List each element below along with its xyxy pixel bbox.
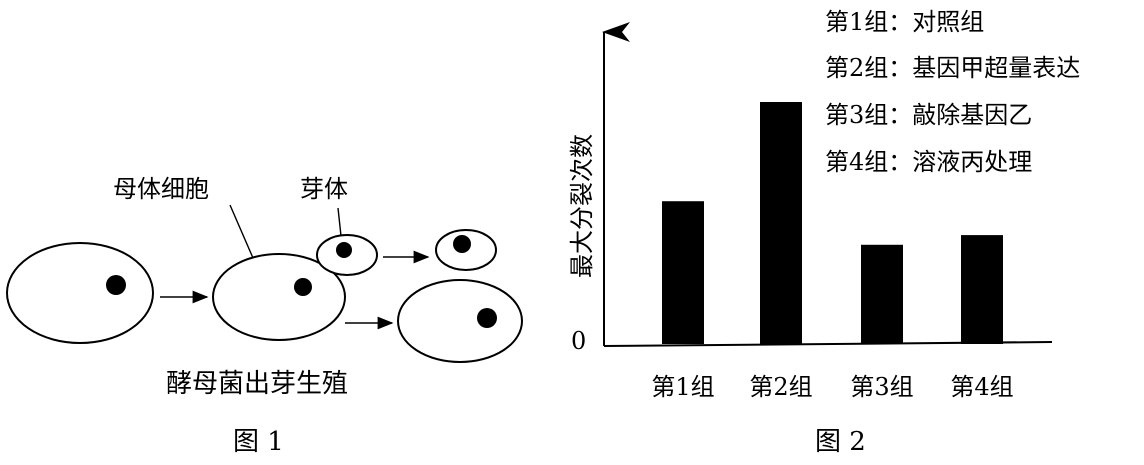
daughter-cell-grown (397, 279, 523, 363)
legend-item: 第3组：敲除基因乙 (825, 101, 1032, 129)
nucleus-icon (336, 242, 352, 258)
y-axis-label: 最大分裂次数 (568, 134, 596, 278)
y-zero-label: 0 (571, 327, 586, 355)
bar-3 (861, 244, 903, 344)
figure-canvas: 母体细胞 芽体 酵母菌出芽生殖 图 1 0 最大分裂次数 第1组 第2组 第3组 第4… (6, 8, 1080, 457)
bar-1 (662, 201, 704, 344)
bar-2 (760, 102, 802, 344)
bud (316, 234, 378, 276)
figure-1-caption: 酵母菌出芽生殖 (166, 369, 348, 399)
nucleus-icon (477, 308, 497, 328)
legend-item: 第4组：溶液丙处理 (825, 148, 1032, 176)
yeast-cell-initial (6, 242, 154, 344)
x-tick-label-1: 第1组 (651, 373, 714, 401)
legend-item: 第1组：对照组 (825, 8, 984, 36)
figure-1: 母体细胞 芽体 酵母菌出芽生殖 图 1 (6, 175, 523, 457)
x-tick-label-3: 第3组 (850, 373, 913, 401)
nucleus-icon (294, 278, 312, 296)
mother-cell-label: 母体细胞 (113, 175, 209, 203)
figure-2-label: 图 2 (815, 427, 866, 457)
x-tick-labels: 第1组 第2组 第3组 第4组 (651, 373, 1013, 401)
legend: 第1组：对照组 第2组：基因甲超量表达 第3组：敲除基因乙 第4组：溶液丙处理 (825, 8, 1080, 176)
mother-cell-leader (229, 204, 254, 259)
bar-series (662, 102, 1003, 344)
nucleus-icon (453, 235, 471, 253)
bar-4 (961, 235, 1003, 344)
x-tick-label-2: 第2组 (749, 373, 812, 401)
figure-1-label: 图 1 (233, 427, 284, 457)
bud-leader (337, 207, 342, 237)
x-tick-label-4: 第4组 (950, 373, 1013, 401)
daughter-cell-small (435, 229, 497, 271)
bud-label: 芽体 (300, 175, 348, 203)
nucleus-icon (106, 275, 126, 295)
figure-2: 0 最大分裂次数 第1组 第2组 第3组 第4组 第1组：对照组 第2组：基因甲超量表… (568, 8, 1080, 457)
legend-item: 第2组：基因甲超量表达 (825, 54, 1080, 82)
